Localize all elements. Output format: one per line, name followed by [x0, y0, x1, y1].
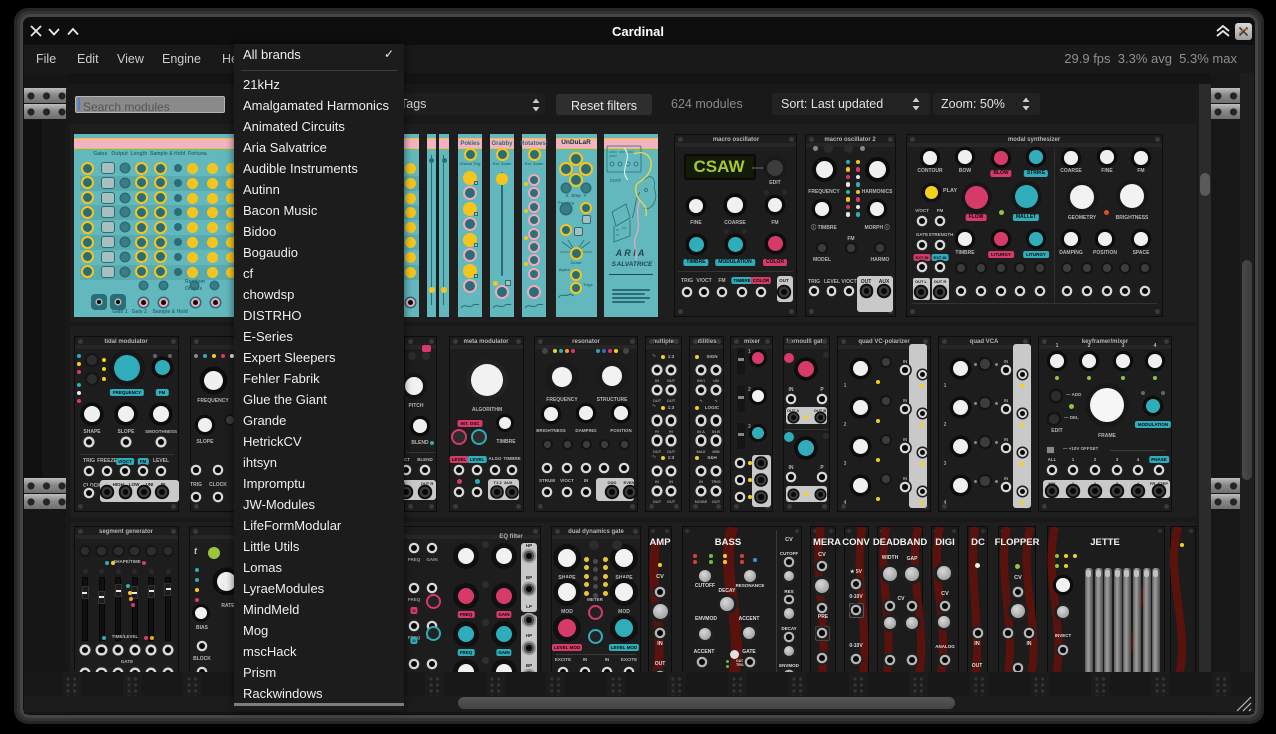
svg-text:bonk: bonk [610, 178, 621, 184]
